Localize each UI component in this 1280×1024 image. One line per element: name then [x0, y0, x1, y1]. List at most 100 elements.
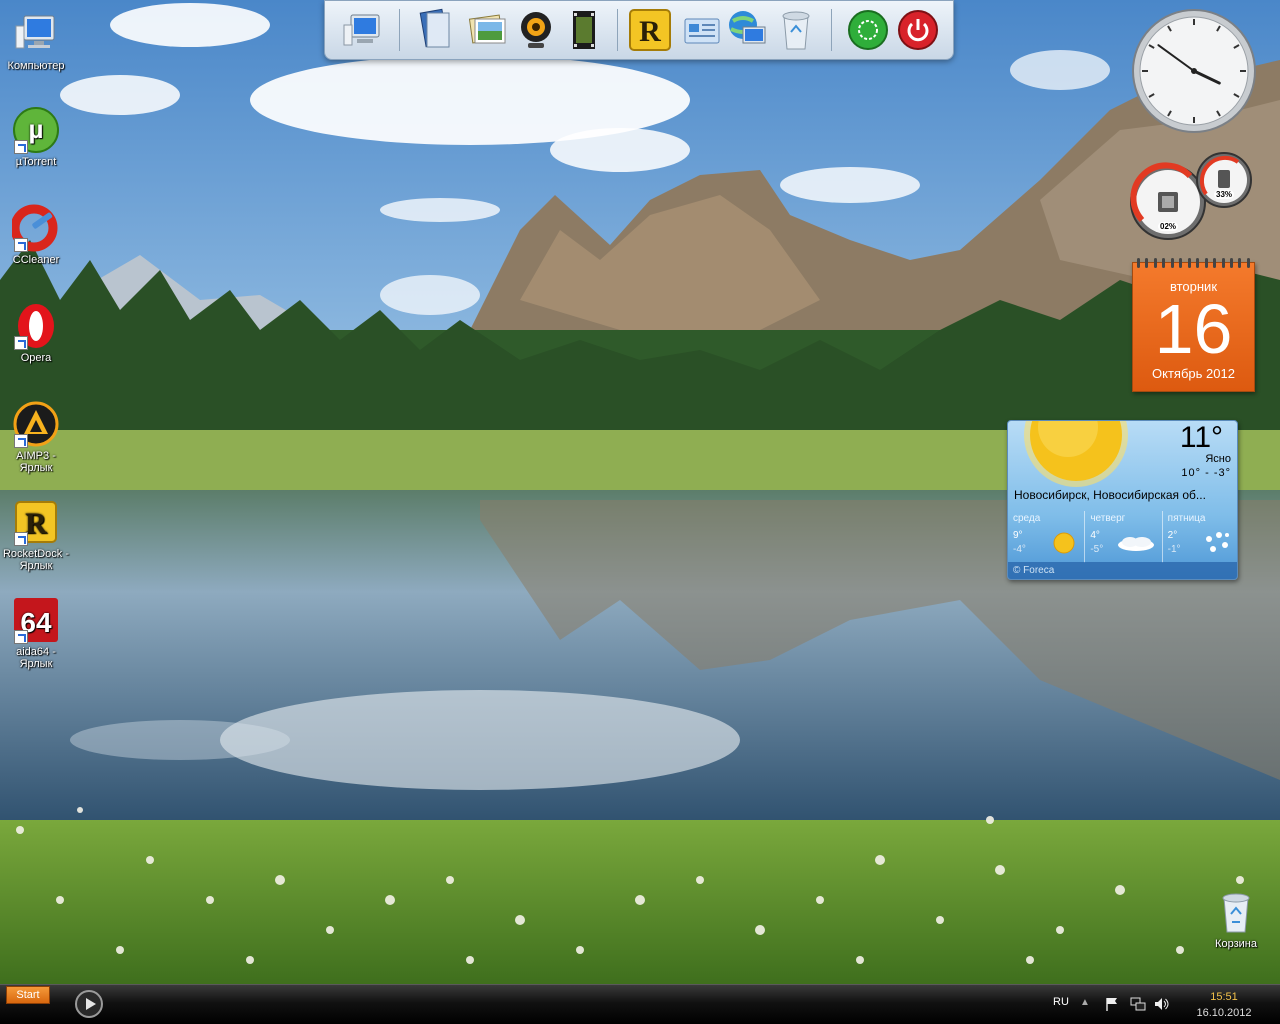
- cpu-meter-gadget[interactable]: 02% 33%: [1130, 150, 1254, 242]
- forecast-high: 9°: [1013, 530, 1023, 541]
- dock-item-shutdown[interactable]: [895, 7, 941, 53]
- forecast-day-name: четверг: [1090, 513, 1126, 524]
- rocketdock-icon: R: [12, 498, 60, 546]
- dock-item-recycle-bin[interactable]: [773, 7, 819, 53]
- dock-item-control-panel[interactable]: [679, 7, 725, 53]
- desktop-icon-ccleaner[interactable]: CCleaner: [0, 204, 72, 266]
- dock-item-video[interactable]: [561, 7, 607, 53]
- shortcut-arrow-icon: [14, 140, 28, 154]
- documents-icon: [419, 8, 450, 48]
- dock-item-computer[interactable]: [339, 7, 385, 53]
- dock-item-network[interactable]: [725, 7, 771, 53]
- start-button[interactable]: Start: [6, 986, 50, 1004]
- cloudy-icon: [1117, 537, 1154, 551]
- shutdown-icon: [898, 10, 938, 50]
- shortcut-arrow-icon: [14, 336, 28, 350]
- action-center-icon[interactable]: [1104, 996, 1120, 1012]
- shortcut-arrow-icon: [14, 238, 28, 252]
- desktop-icon-rocketdock[interactable]: R RocketDock - Ярлык: [0, 498, 72, 572]
- ccleaner-icon: [12, 204, 60, 252]
- desktop-icon-aimp[interactable]: AIMP3 - Ярлык: [0, 400, 72, 474]
- svg-text:R: R: [25, 507, 47, 540]
- desktop-icon-utorrent[interactable]: µ µTorrent: [0, 106, 72, 168]
- forecast-day-name: пятница: [1167, 513, 1206, 524]
- forecast-day: среда 9° -4°: [1008, 511, 1084, 563]
- forecast-high: 2°: [1167, 530, 1178, 541]
- dock-item-pictures[interactable]: [465, 7, 511, 53]
- dock-separator: [399, 9, 400, 51]
- svg-text:µ: µ: [29, 114, 44, 144]
- dock-separator: [617, 9, 618, 51]
- rocketdock-bar: R: [324, 0, 954, 60]
- recycle-bin-icon: [782, 11, 810, 50]
- desktop-icon-computer[interactable]: Компьютер: [0, 10, 72, 72]
- dock-item-restart[interactable]: [845, 7, 891, 53]
- clock-time[interactable]: 15:51: [1198, 991, 1250, 1003]
- restart-icon: [848, 10, 888, 50]
- computer-icon: [12, 10, 60, 58]
- video-icon: [573, 11, 595, 49]
- memory-usage-value: 33%: [1214, 190, 1235, 199]
- recycle-bin-icon: [1212, 888, 1260, 936]
- forecast-low: -5°: [1090, 544, 1104, 555]
- clock-date[interactable]: 16.10.2012: [1186, 1007, 1262, 1019]
- desktop-icon-label: µTorrent: [15, 156, 57, 168]
- weather-provider[interactable]: © Foreca: [1008, 562, 1237, 579]
- desktop-icon-label: Opera: [20, 352, 52, 364]
- weather-current-temperature: 11°: [1179, 421, 1223, 454]
- control-panel-icon: [684, 18, 720, 44]
- desktop-icon-label: Корзина: [1215, 938, 1257, 950]
- desktop-icon-aida64[interactable]: 64 aida64 - Ярлык: [0, 596, 72, 670]
- shortcut-arrow-icon: [14, 532, 28, 546]
- taskbar: Start RU ▲ 15:51 16.10.2012: [0, 984, 1280, 1024]
- computer-icon: [343, 14, 380, 46]
- dock-separator: [831, 9, 832, 51]
- cpu-usage-value: 02%: [1158, 222, 1179, 231]
- clock-gadget[interactable]: [1131, 8, 1257, 134]
- opera-icon: [12, 302, 60, 350]
- dock-item-rocketdock[interactable]: R: [627, 7, 673, 53]
- calendar-gadget[interactable]: вторник 16 Октябрь 2012: [1132, 258, 1255, 392]
- calendar-day-number: 16: [1154, 290, 1233, 368]
- sunny-icon: [1053, 532, 1075, 554]
- weather-temperature-range: 10° - -3°: [1181, 467, 1231, 479]
- show-hidden-icons-button[interactable]: ▲: [1080, 997, 1090, 1008]
- desktop-icon-label: CCleaner: [12, 254, 60, 266]
- pictures-icon: [468, 14, 506, 44]
- weather-condition: Ясно: [1205, 453, 1231, 465]
- weather-gadget[interactable]: 11° Ясно 10° - -3° Новосибирск, Новосиби…: [1007, 420, 1238, 580]
- snow-icon: [1205, 532, 1229, 552]
- utorrent-icon: µ: [12, 106, 60, 154]
- weather-location: Новосибирск, Новосибирская об...: [1014, 488, 1206, 502]
- volume-icon[interactable]: [1153, 996, 1169, 1012]
- svg-text:R: R: [639, 15, 661, 48]
- dock-item-webcam[interactable]: [513, 7, 559, 53]
- network-icon: [729, 11, 766, 44]
- calendar-month-year: Октябрь 2012: [1152, 366, 1235, 381]
- desktop-icon-label: aida64 - Ярлык: [16, 646, 56, 670]
- desktop-icon-label: AIMP3 - Ярлык: [16, 450, 56, 474]
- forecast-low: -1°: [1167, 544, 1181, 555]
- shortcut-arrow-icon: [14, 434, 28, 448]
- desktop-icon-label: Компьютер: [7, 60, 65, 72]
- desktop-icon-recycle-bin[interactable]: Корзина: [1200, 888, 1272, 950]
- forecast-high: 4°: [1090, 530, 1100, 541]
- shortcut-arrow-icon: [14, 630, 28, 644]
- weather-forecast: среда 9° -4° четверг 4° -5° пятница 2° -…: [1008, 511, 1237, 563]
- play-icon: [75, 990, 103, 1018]
- webcam-icon: [521, 12, 551, 48]
- network-status-icon[interactable]: [1130, 996, 1146, 1012]
- forecast-day: пятница 2° -1°: [1161, 511, 1237, 563]
- language-indicator[interactable]: RU: [1053, 996, 1069, 1008]
- forecast-day-name: среда: [1013, 513, 1041, 524]
- desktop-icon-opera[interactable]: Opera: [0, 302, 72, 364]
- aida64-icon: 64: [12, 596, 60, 644]
- desktop-icon-label: RocketDock - Ярлык: [2, 548, 70, 572]
- forecast-low: -4°: [1013, 544, 1026, 555]
- rocketdock-icon: R: [629, 9, 671, 51]
- quick-launch-media-player[interactable]: [74, 989, 104, 1019]
- calendar-rings: [1137, 258, 1250, 268]
- forecast-day: четверг 4° -5°: [1084, 511, 1161, 563]
- aimp-icon: [12, 400, 60, 448]
- dock-item-documents[interactable]: [413, 7, 459, 53]
